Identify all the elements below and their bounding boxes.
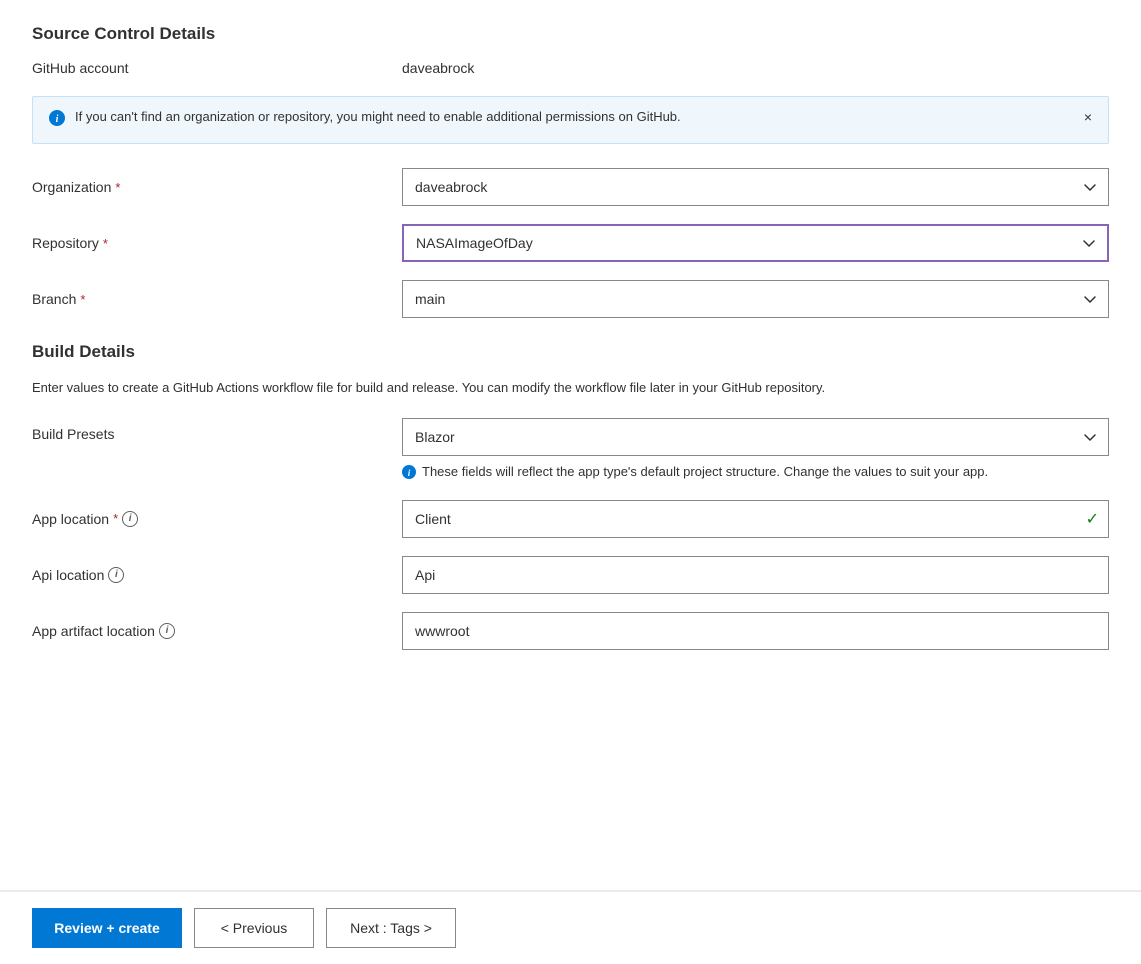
info-banner-close-button[interactable]: × [1080, 107, 1096, 127]
app-artifact-row: App artifact location i [32, 612, 1109, 650]
svg-text:i: i [56, 114, 59, 125]
github-account-row: GitHub account daveabrock [32, 60, 1109, 76]
footer: Review + create < Previous Next : Tags > [0, 891, 1141, 964]
branch-label: Branch * [32, 291, 402, 307]
build-presets-control: Blazor i These fields will reflect the a… [402, 418, 1109, 482]
organization-select[interactable]: daveabrock [402, 168, 1109, 206]
branch-chevron-icon [1084, 291, 1096, 307]
repository-chevron-icon [1083, 235, 1095, 251]
app-artifact-control[interactable] [402, 612, 1109, 650]
github-account-value: daveabrock [402, 60, 474, 76]
branch-required: * [80, 292, 85, 307]
app-location-input[interactable] [402, 500, 1109, 538]
api-location-control[interactable] [402, 556, 1109, 594]
build-details-description: Enter values to create a GitHub Actions … [32, 378, 1109, 398]
next-tags-button[interactable]: Next : Tags > [326, 908, 456, 948]
api-location-input[interactable] [402, 556, 1109, 594]
section-build-details: Build Details Enter values to create a G… [32, 342, 1109, 650]
build-presets-select[interactable]: Blazor [402, 418, 1109, 456]
build-presets-row: Build Presets Blazor i Thes [32, 418, 1109, 482]
section-source-control: Source Control Details GitHub account da… [32, 24, 1109, 318]
app-location-required: * [113, 511, 118, 526]
app-location-control[interactable]: ✓ [402, 500, 1109, 538]
preset-hint-text: These fields will reflect the app type's… [422, 464, 988, 479]
organization-row: Organization * daveabrock [32, 168, 1109, 206]
preset-hint: i These fields will reflect the app type… [402, 464, 1109, 482]
review-create-button[interactable]: Review + create [32, 908, 182, 948]
source-control-title: Source Control Details [32, 24, 1109, 44]
repository-label: Repository * [32, 235, 402, 251]
organization-control[interactable]: daveabrock [402, 168, 1109, 206]
app-location-label: App location * i [32, 511, 402, 527]
api-location-row: Api location i [32, 556, 1109, 594]
api-location-label: Api location i [32, 567, 402, 583]
branch-control[interactable]: main [402, 280, 1109, 318]
repository-required: * [103, 236, 108, 251]
info-banner-icon: i [49, 110, 65, 131]
repository-control[interactable]: NASAImageOfDay [402, 224, 1109, 262]
organization-label: Organization * [32, 179, 402, 195]
app-location-row: App location * i ✓ [32, 500, 1109, 538]
organization-chevron-icon [1084, 179, 1096, 195]
repository-row: Repository * NASAImageOfDay [32, 224, 1109, 262]
branch-select[interactable]: main [402, 280, 1109, 318]
build-presets-label: Build Presets [32, 418, 402, 442]
github-account-label: GitHub account [32, 60, 402, 76]
app-artifact-input[interactable] [402, 612, 1109, 650]
organization-required: * [115, 180, 120, 195]
app-location-info-icon[interactable]: i [122, 511, 138, 527]
organization-value: daveabrock [415, 179, 487, 195]
info-banner: i If you can't find an organization or r… [32, 96, 1109, 144]
app-location-check-icon: ✓ [1086, 509, 1099, 529]
build-presets-value: Blazor [415, 429, 455, 445]
api-location-info-icon[interactable]: i [108, 567, 124, 583]
previous-button[interactable]: < Previous [194, 908, 314, 948]
branch-row: Branch * main [32, 280, 1109, 318]
repository-select[interactable]: NASAImageOfDay [402, 224, 1109, 262]
repository-value: NASAImageOfDay [416, 235, 533, 251]
branch-value: main [415, 291, 445, 307]
app-artifact-label: App artifact location i [32, 623, 402, 639]
app-artifact-info-icon[interactable]: i [159, 623, 175, 639]
info-banner-text: If you can't find an organization or rep… [75, 109, 1092, 124]
build-presets-chevron-icon [1084, 429, 1096, 445]
preset-hint-icon: i [402, 465, 416, 482]
build-details-title: Build Details [32, 342, 1109, 362]
